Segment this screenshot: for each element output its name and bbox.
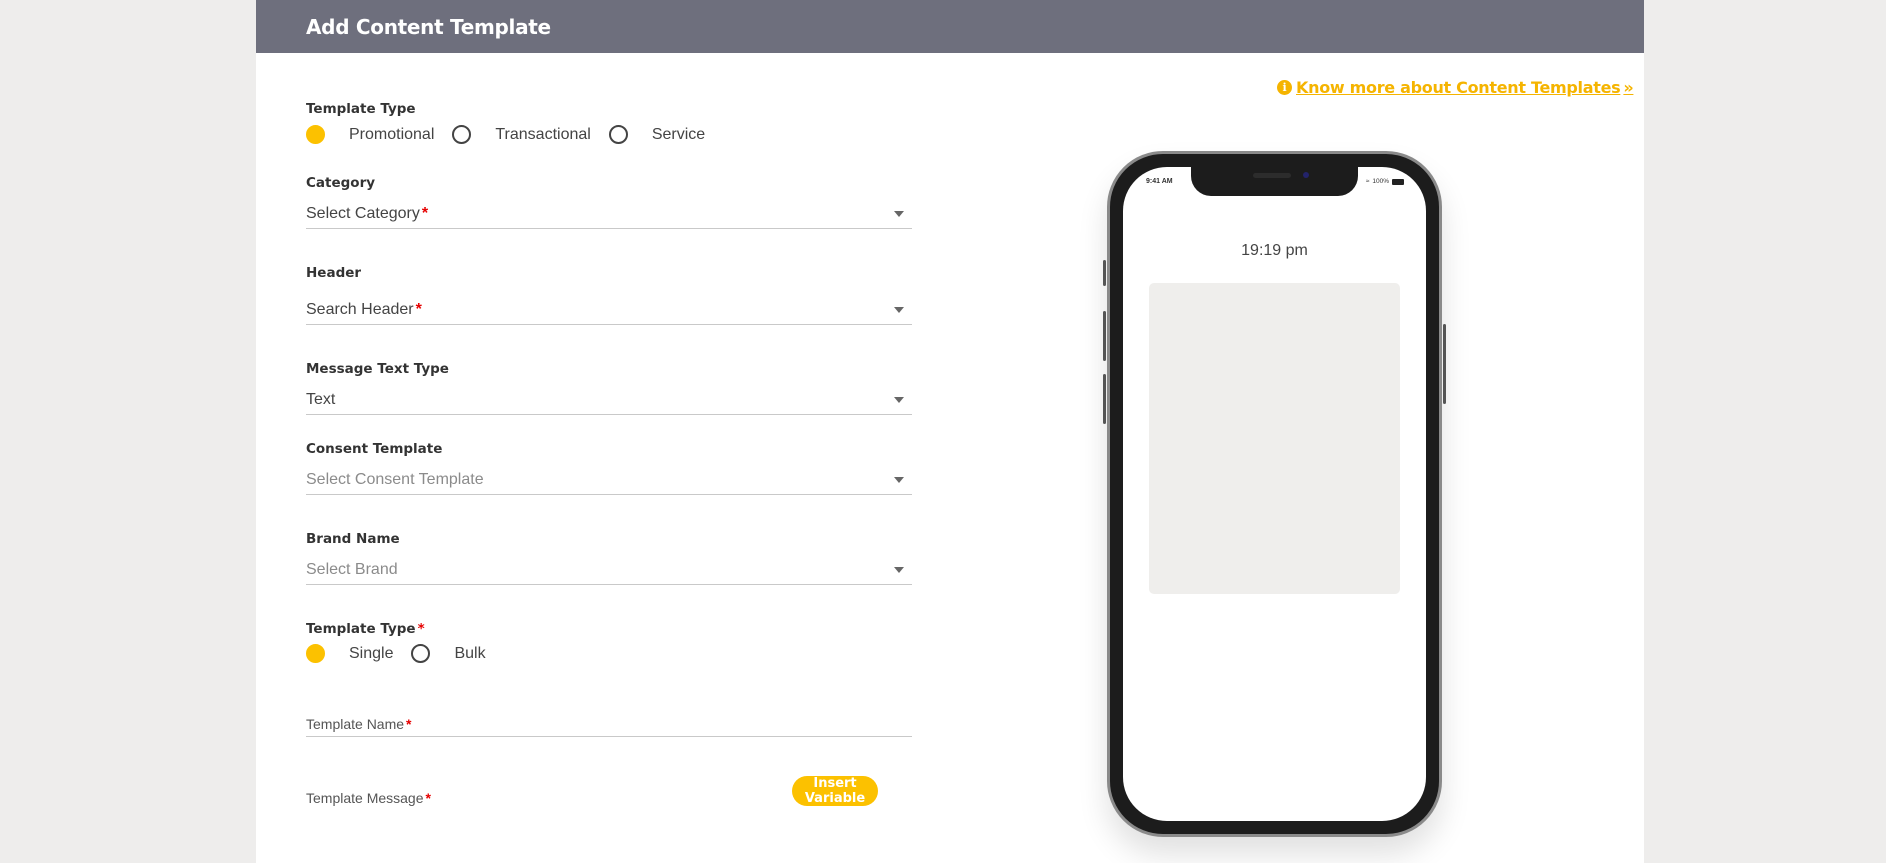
phone-preview: 9:41 AM ≈ 100% 19:19 pm [1103,151,1446,837]
battery-icon [1392,178,1404,185]
double-chevron-right-icon: » [1623,78,1634,97]
message-time: 19:19 pm [1241,242,1308,259]
wifi-icon: ≈ [1365,178,1370,185]
phone-volume-down [1103,374,1106,424]
required-mark: * [406,715,412,732]
radio-bulk-label[interactable]: Bulk [454,645,485,663]
phone-power-button [1443,324,1446,404]
required-mark: * [421,204,429,222]
header-placeholder: Search Header [306,300,414,318]
radio-service[interactable] [608,125,628,144]
page-title: Add Content Template [306,14,551,39]
message-text-type-select[interactable]: Text [306,385,912,415]
consent-template-label: Consent Template [306,441,443,457]
brand-placeholder: Select Brand [306,560,398,578]
info-circle-icon: i [1277,80,1292,95]
chevron-down-icon [894,211,904,217]
radio-single[interactable] [306,644,325,663]
speaker-grille [1253,173,1291,178]
template-type-label-text: Template Type [306,621,416,637]
template-type-single-bulk-label: Template Type * [306,621,425,637]
radio-bulk[interactable] [411,644,431,663]
radio-transactional-label[interactable]: Transactional [495,126,590,144]
template-name-input[interactable]: Template Name * [306,711,912,737]
template-name-label: Template Name [306,715,405,732]
insert-variable-button[interactable]: Insert Variable [792,776,878,806]
phone-silent-switch [1103,260,1106,286]
required-mark: * [415,300,422,318]
phone-notch [1191,167,1358,196]
header-label: Header [306,265,362,281]
consent-template-select[interactable]: Select Consent Template [306,465,912,495]
consent-template-placeholder: Select Consent Template [306,470,484,488]
know-more-link-text: Know more about Content Templates [1296,78,1621,97]
panel-header: Add Content Template [256,0,1644,53]
required-mark: * [417,621,425,637]
radio-transactional[interactable] [452,125,472,144]
chevron-down-icon [894,307,904,313]
status-bar-right: ≈ 100% [1366,178,1404,185]
header-select[interactable]: Search Header * [306,295,912,325]
message-preview-bubble [1149,283,1400,594]
know-more-link[interactable]: i Know more about Content Templates » [1277,78,1634,97]
category-select[interactable]: Select Category * [306,199,912,229]
status-bar-time: 9:41 AM [1146,178,1173,185]
chevron-down-icon [894,567,904,573]
chevron-down-icon [894,397,904,403]
battery-percent: 100% [1372,178,1389,185]
radio-single-label[interactable]: Single [349,645,393,663]
radio-promotional[interactable] [306,125,325,144]
chevron-down-icon [894,477,904,483]
phone-volume-up [1103,311,1106,361]
radio-service-label[interactable]: Service [652,126,705,144]
message-text-type-value: Text [306,390,336,408]
radio-promotional-label[interactable]: Promotional [349,126,434,144]
message-text-type-label: Message Text Type [306,361,449,377]
template-type-radio-group: Promotional Transactional Service [306,125,723,144]
phone-screen: 9:41 AM ≈ 100% 19:19 pm [1123,167,1426,821]
brand-name-label: Brand Name [306,531,400,547]
template-message-label-wrap: Template Message * [306,790,431,806]
template-message-label: Template Message [306,790,424,806]
required-mark: * [425,790,431,806]
brand-select[interactable]: Select Brand [306,555,912,585]
category-placeholder: Select Category [306,204,420,222]
template-type-single-bulk-radio-group: Single Bulk [306,644,504,663]
template-type-label: Template Type [306,101,416,117]
camera-icon [1303,172,1309,178]
category-label: Category [306,175,376,191]
